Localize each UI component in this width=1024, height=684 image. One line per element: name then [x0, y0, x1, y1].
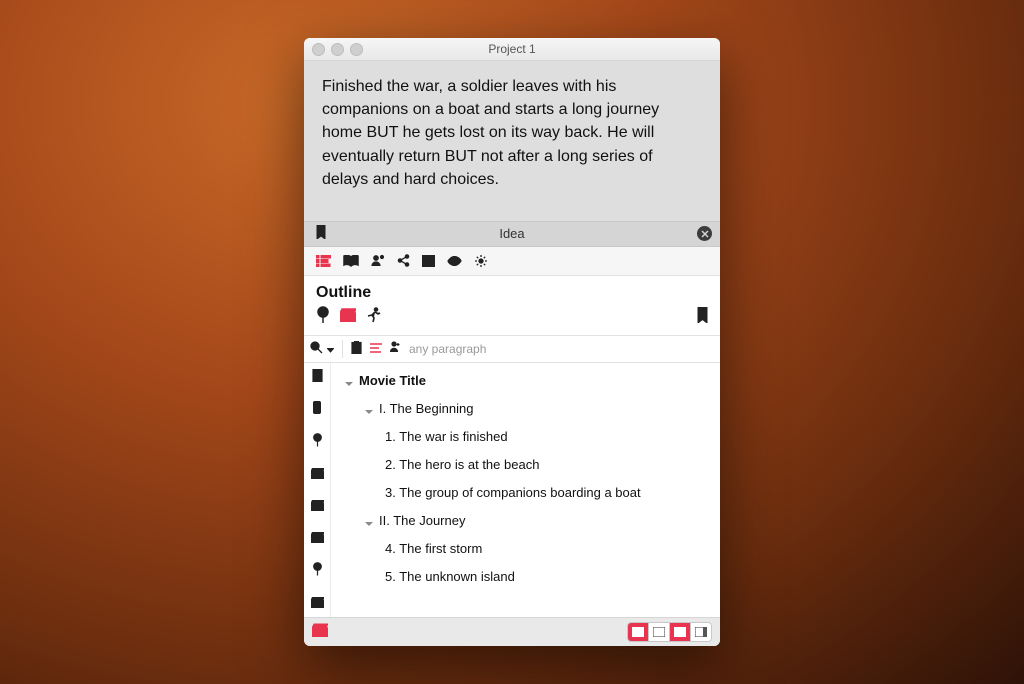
gutter-clapper-icon[interactable]: [311, 498, 324, 516]
search-icon[interactable]: [310, 341, 323, 357]
gutter-pin-icon[interactable]: [312, 562, 323, 581]
tree-scene[interactable]: 3. The group of companions boarding a bo…: [331, 479, 720, 507]
people-icon[interactable]: [371, 254, 385, 267]
gutter-doc-icon[interactable]: [312, 369, 323, 387]
bottom-bar: [304, 617, 720, 646]
summary-panel[interactable]: Finished the war, a soldier leaves with …: [304, 61, 720, 221]
filter-bar: any paragraph: [304, 335, 720, 363]
pin-icon[interactable]: [316, 306, 330, 329]
layout-bottom-icon[interactable]: [669, 623, 690, 641]
text-lines-icon[interactable]: [370, 342, 382, 356]
app-window: Project 1 Finished the war, a soldier le…: [304, 38, 720, 646]
clapper-icon[interactable]: [312, 623, 328, 642]
tree-scene[interactable]: 2. The hero is at the beach: [331, 451, 720, 479]
bookmark-icon[interactable]: [697, 307, 708, 328]
runner-icon[interactable]: [366, 307, 381, 328]
book-icon[interactable]: [343, 255, 359, 267]
layout-segment: [627, 622, 712, 642]
tree-root-label: Movie Title: [359, 373, 426, 388]
person-icon[interactable]: [390, 341, 401, 356]
layout-center-icon[interactable]: [648, 623, 669, 641]
tree-scene[interactable]: 5. The unknown island: [331, 563, 720, 591]
gutter: [304, 363, 331, 617]
view-toolbar: [304, 247, 720, 276]
layout-left-icon[interactable]: [628, 623, 648, 641]
outline-tree[interactable]: Movie Title I. The Beginning 1. The war …: [331, 363, 720, 617]
outline-subtoolbar: [304, 306, 720, 335]
tree-scene[interactable]: 4. The first storm: [331, 535, 720, 563]
share-icon[interactable]: [397, 254, 410, 267]
gutter-clapper-icon[interactable]: [311, 595, 324, 613]
eye-icon[interactable]: [447, 256, 462, 266]
outline-view-icon[interactable]: [316, 255, 331, 267]
tree-act[interactable]: II. The Journey: [331, 507, 720, 535]
tree-act-label: I. The Beginning: [379, 401, 473, 416]
disclosure-icon[interactable]: [365, 516, 375, 526]
section-title: Outline: [304, 276, 720, 306]
tree-root[interactable]: Movie Title: [331, 367, 720, 395]
outline-body: Movie Title I. The Beginning 1. The war …: [304, 363, 720, 617]
window-title: Project 1: [304, 42, 720, 56]
disclosure-icon[interactable]: [365, 404, 375, 414]
chevron-down-icon[interactable]: [327, 342, 334, 356]
disclosure-icon[interactable]: [345, 376, 355, 386]
summary-text: Finished the war, a soldier leaves with …: [322, 78, 659, 188]
filter-placeholder[interactable]: any paragraph: [409, 342, 486, 356]
clipboard-icon[interactable]: [351, 341, 362, 357]
idea-bar: Idea: [304, 221, 720, 247]
gutter-clapper-icon[interactable]: [311, 466, 324, 484]
gutter-clapper-icon[interactable]: [311, 530, 324, 548]
layout-right-icon[interactable]: [690, 623, 711, 641]
clapper-icon[interactable]: [340, 308, 356, 327]
panel-icon[interactable]: [422, 255, 435, 267]
titlebar[interactable]: Project 1: [304, 38, 720, 61]
idea-label: Idea: [304, 226, 720, 241]
gutter-pin-icon[interactable]: [312, 433, 323, 452]
gutter-phone-icon[interactable]: [313, 401, 321, 419]
tree-act[interactable]: I. The Beginning: [331, 395, 720, 423]
tree-scene[interactable]: 1. The war is finished: [331, 423, 720, 451]
gear-icon[interactable]: [474, 254, 488, 268]
tree-act-label: II. The Journey: [379, 513, 465, 528]
